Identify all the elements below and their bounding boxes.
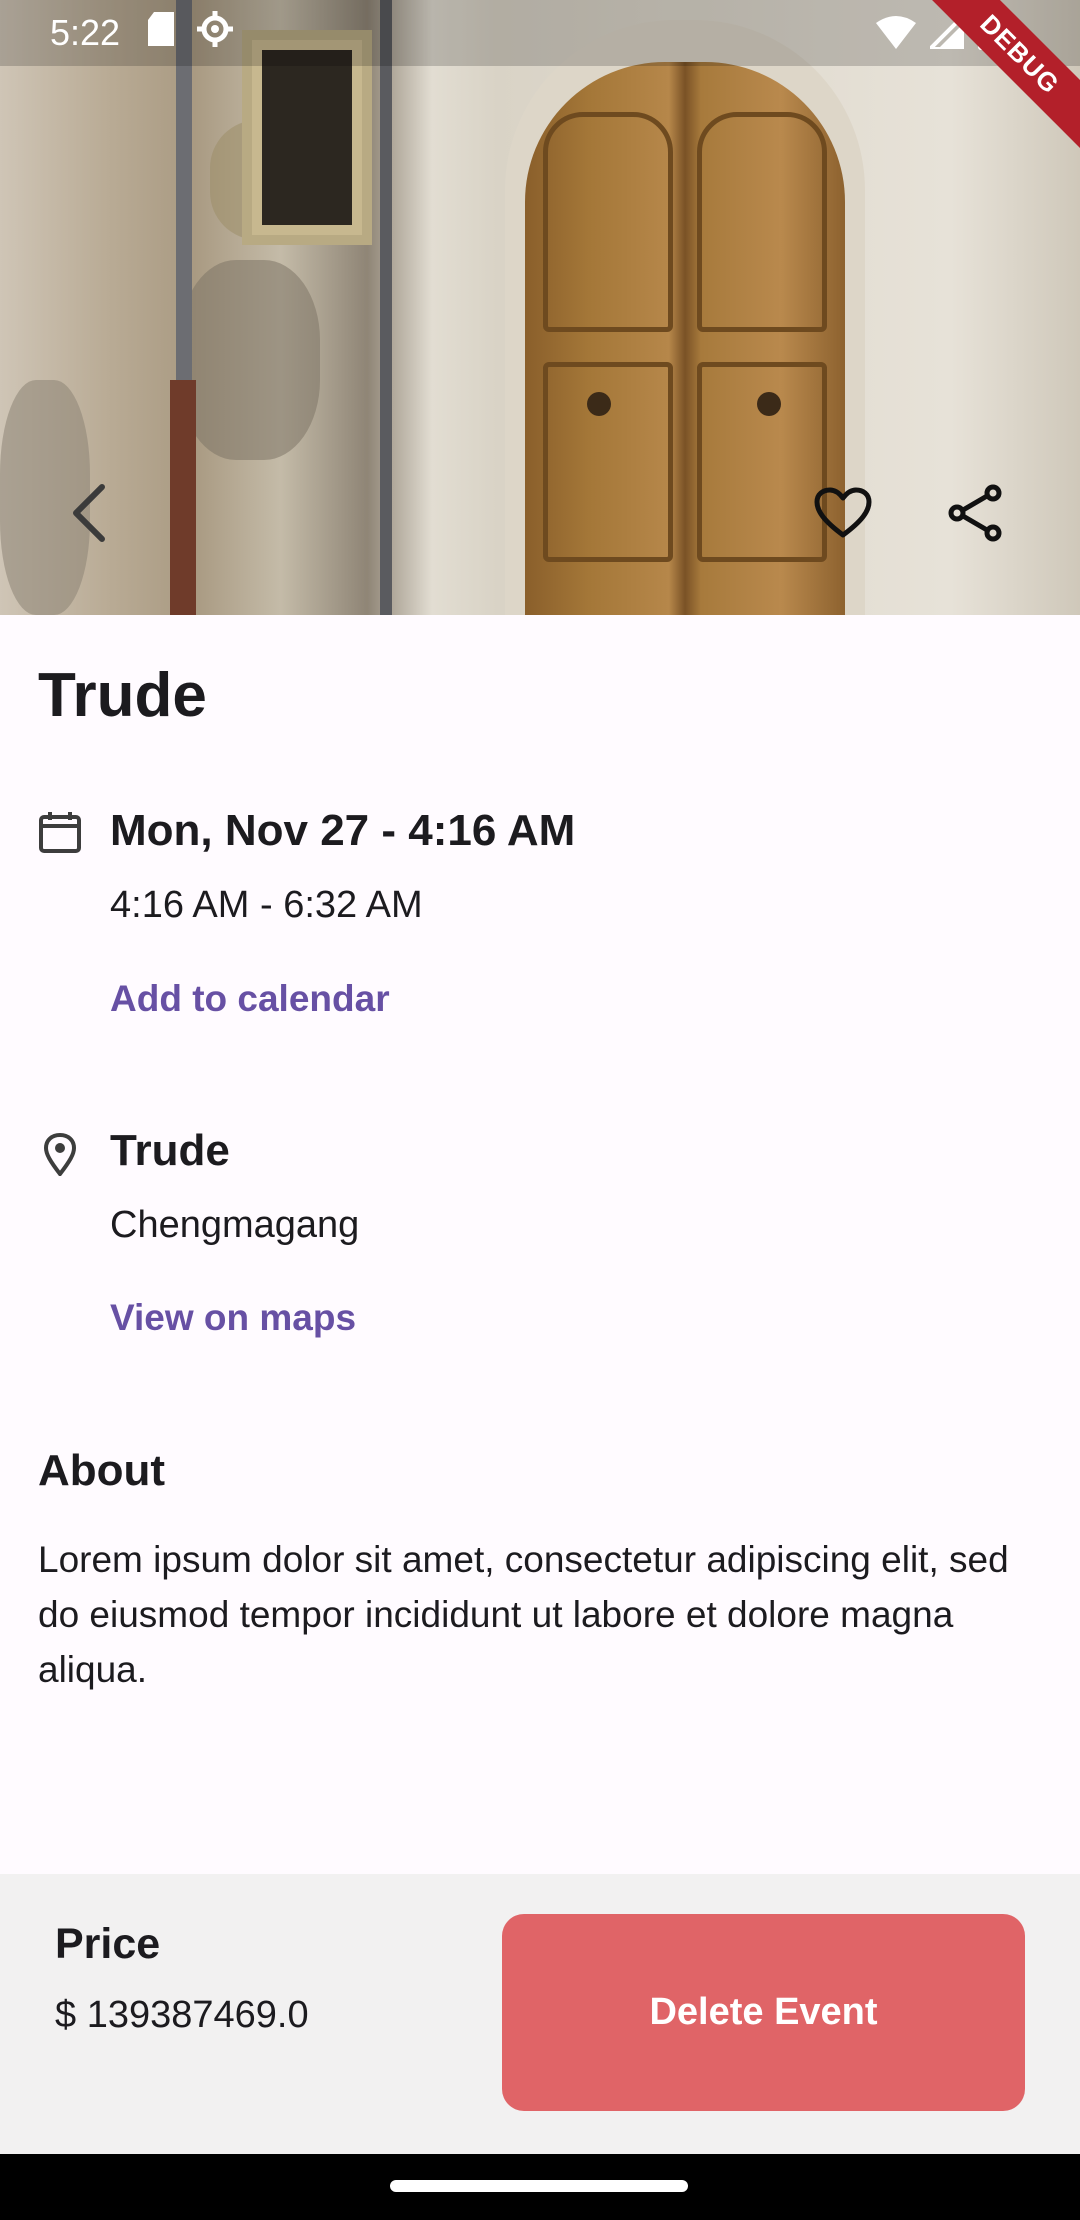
- venue-name: Trude: [110, 1126, 230, 1175]
- about-text: Lorem ipsum dolor sit amet, consectetur …: [38, 1539, 1009, 1690]
- delete-event-label: Delete Event: [649, 1991, 878, 2033]
- door-panel: [697, 112, 827, 332]
- home-gesture-pill[interactable]: [390, 2180, 688, 2192]
- drain-pipe-2: [380, 0, 392, 615]
- event-time-range: 4:16 AM - 6:32 AM: [110, 884, 423, 926]
- system-nav-bar: [0, 2154, 1080, 2220]
- share-button[interactable]: [935, 475, 1015, 555]
- wall-stain: [180, 260, 320, 460]
- share-icon: [947, 484, 1003, 547]
- bottom-bar: Price $ 139387469.0 Delete Event: [0, 1874, 1080, 2154]
- door-panel: [543, 362, 673, 562]
- about-heading: About: [38, 1446, 166, 1495]
- price-value: $ 139387469.0: [55, 1994, 309, 2036]
- heart-outline-icon: [814, 487, 872, 544]
- calendar-icon: [38, 810, 82, 854]
- status-bar: 5:22: [0, 0, 1080, 66]
- door-knob: [587, 392, 611, 416]
- wifi-icon: [876, 15, 916, 58]
- chevron-left-icon: [68, 483, 108, 548]
- drain-pipe-lower: [170, 380, 196, 615]
- settings-gear-icon: [196, 10, 234, 57]
- delete-event-button[interactable]: Delete Event: [502, 1914, 1025, 2111]
- favorite-button[interactable]: [803, 475, 883, 555]
- back-button[interactable]: [48, 475, 128, 555]
- door-knob: [757, 392, 781, 416]
- venue-city: Chengmagang: [110, 1204, 360, 1246]
- hero-image: 5:22 DEBUG: [0, 0, 1080, 615]
- event-title: Trude: [38, 661, 207, 730]
- event-date-heading: Mon, Nov 27 - 4:16 AM: [110, 806, 576, 855]
- add-to-calendar-link[interactable]: Add to calendar: [110, 978, 390, 1020]
- door-panel: [543, 112, 673, 332]
- view-on-maps-link[interactable]: View on maps: [110, 1297, 356, 1339]
- sd-card-icon: [146, 11, 176, 55]
- wooden-door: [525, 62, 845, 615]
- status-time: 5:22: [50, 12, 121, 53]
- price-label: Price: [55, 1920, 161, 1968]
- location-pin-icon: [38, 1132, 82, 1178]
